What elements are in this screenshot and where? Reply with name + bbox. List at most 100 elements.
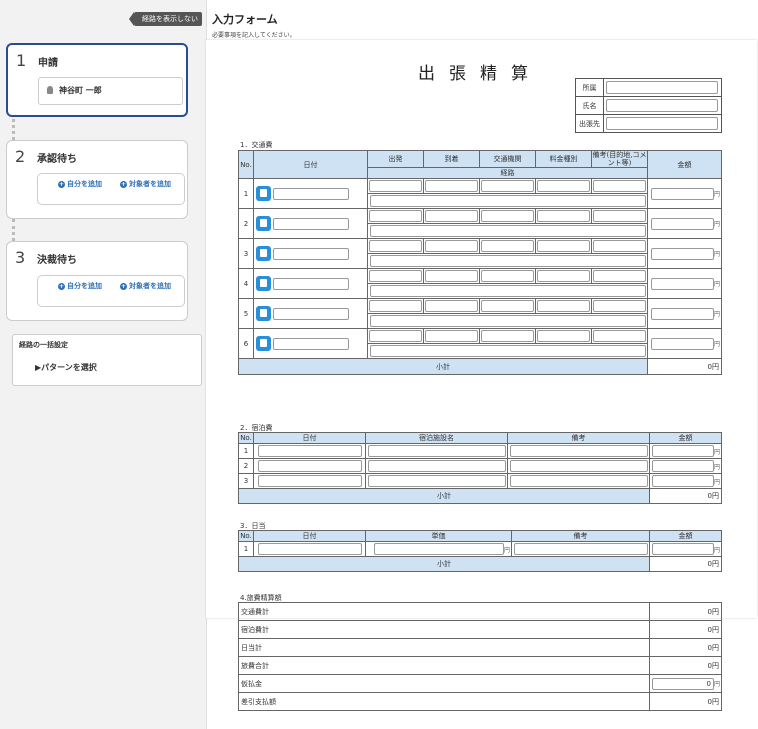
date-cell (253, 268, 368, 299)
amount-input[interactable] (651, 543, 714, 555)
means-input[interactable] (481, 300, 534, 312)
department-input[interactable] (606, 81, 718, 94)
date-input[interactable] (273, 187, 349, 200)
note-input[interactable] (509, 460, 648, 472)
arrival-input[interactable] (425, 180, 478, 192)
date-input[interactable] (257, 460, 362, 472)
route-input[interactable] (369, 255, 646, 267)
summary-label: 日当計 (238, 638, 650, 657)
means-input[interactable] (481, 180, 534, 192)
summary-value: 0円 (649, 656, 722, 675)
unit-price-input[interactable] (373, 543, 504, 555)
departure-input[interactable] (369, 210, 422, 222)
date-input[interactable] (273, 277, 349, 290)
facility-input[interactable] (367, 445, 506, 457)
subtotal-row: 小計 0円 (238, 556, 722, 572)
route-input[interactable] (369, 345, 646, 357)
route-input[interactable] (369, 225, 646, 237)
calendar-icon[interactable] (256, 276, 271, 291)
amount-input[interactable] (650, 337, 714, 350)
add-self-button[interactable]: + 自分を追加 (58, 281, 102, 291)
note-input[interactable] (593, 210, 646, 222)
calendar-icon[interactable] (256, 306, 271, 321)
date-input[interactable] (273, 307, 349, 320)
date-input[interactable] (273, 337, 349, 350)
date-input[interactable] (257, 475, 362, 487)
summary-value: 0円 (649, 602, 722, 621)
arrival-input[interactable] (425, 210, 478, 222)
add-self-button[interactable]: + 自分を追加 (58, 179, 102, 189)
arrival-input[interactable] (425, 270, 478, 282)
note-input[interactable] (509, 445, 648, 457)
date-input[interactable] (257, 445, 362, 457)
calendar-icon[interactable] (256, 216, 271, 231)
note-input[interactable] (593, 180, 646, 192)
hide-route-button[interactable]: 経路を表示しない (129, 12, 202, 26)
date-input[interactable] (273, 247, 349, 260)
step-1-card[interactable]: 1 申請 神谷町 一郎 (6, 43, 188, 117)
date-input[interactable] (273, 217, 349, 230)
route-input[interactable] (369, 315, 646, 327)
date-cell (253, 208, 368, 239)
applicant-chip[interactable]: 神谷町 一郎 (38, 77, 183, 105)
advance-input[interactable]: 0 (651, 677, 714, 690)
means-input[interactable] (481, 270, 534, 282)
col-amount: 金額 (649, 530, 722, 542)
means-input[interactable] (481, 330, 534, 342)
fare-type-input[interactable] (537, 300, 590, 312)
departure-input[interactable] (369, 330, 422, 342)
route-cell (367, 343, 648, 359)
amount-cell: 円 (647, 268, 722, 299)
fare-type-input[interactable] (537, 240, 590, 252)
step-title: 申請 (38, 58, 58, 69)
arrival-input[interactable] (425, 330, 478, 342)
summary-label: 旅費合計 (238, 656, 650, 675)
pattern-select-button[interactable]: ▶パターンを選択 (35, 362, 97, 373)
add-target-button[interactable]: + 対象者を追加 (120, 179, 171, 189)
date-input[interactable] (257, 543, 362, 555)
note-input[interactable] (593, 270, 646, 282)
means-input[interactable] (481, 210, 534, 222)
route-input[interactable] (369, 285, 646, 297)
fare-type-input[interactable] (537, 180, 590, 192)
note-input[interactable] (593, 330, 646, 342)
amount-input[interactable] (651, 460, 714, 472)
fare-type-input[interactable] (537, 330, 590, 342)
route-cell (367, 223, 648, 239)
arrival-input[interactable] (425, 240, 478, 252)
amount-input[interactable] (650, 187, 714, 200)
arrival-input[interactable] (425, 300, 478, 312)
facility-input[interactable] (367, 460, 506, 472)
fare-type-cell (535, 238, 592, 254)
amount-input[interactable] (650, 277, 714, 290)
departure-input[interactable] (369, 240, 422, 252)
means-input[interactable] (481, 240, 534, 252)
amount-input[interactable] (651, 445, 714, 457)
departure-input[interactable] (369, 180, 422, 192)
name-input[interactable] (606, 99, 718, 112)
calendar-icon[interactable] (256, 186, 271, 201)
subtotal-value: 0円 (647, 358, 722, 375)
calendar-icon[interactable] (256, 336, 271, 351)
amount-input[interactable] (650, 247, 714, 260)
departure-input[interactable] (369, 300, 422, 312)
amount-input[interactable] (650, 307, 714, 320)
facility-input[interactable] (367, 475, 506, 487)
route-input[interactable] (369, 195, 646, 207)
transport-row: 1円 (238, 178, 722, 209)
add-target-button[interactable]: + 対象者を追加 (120, 281, 171, 291)
destination-input[interactable] (606, 117, 718, 130)
step-title: 決裁待ち (37, 255, 77, 266)
fare-type-input[interactable] (537, 210, 590, 222)
note-input[interactable] (513, 543, 648, 555)
note-input[interactable] (593, 300, 646, 312)
fare-type-input[interactable] (537, 270, 590, 282)
sidebar: 経路を表示しない 1 申請 神谷町 一郎 2 承認待ち + 自分を追加 + 対象者を… (0, 0, 207, 729)
note-input[interactable] (509, 475, 648, 487)
amount-input[interactable] (651, 475, 714, 487)
calendar-icon[interactable] (256, 246, 271, 261)
facility-cell (365, 473, 508, 489)
departure-input[interactable] (369, 270, 422, 282)
amount-input[interactable] (650, 217, 714, 230)
note-input[interactable] (593, 240, 646, 252)
